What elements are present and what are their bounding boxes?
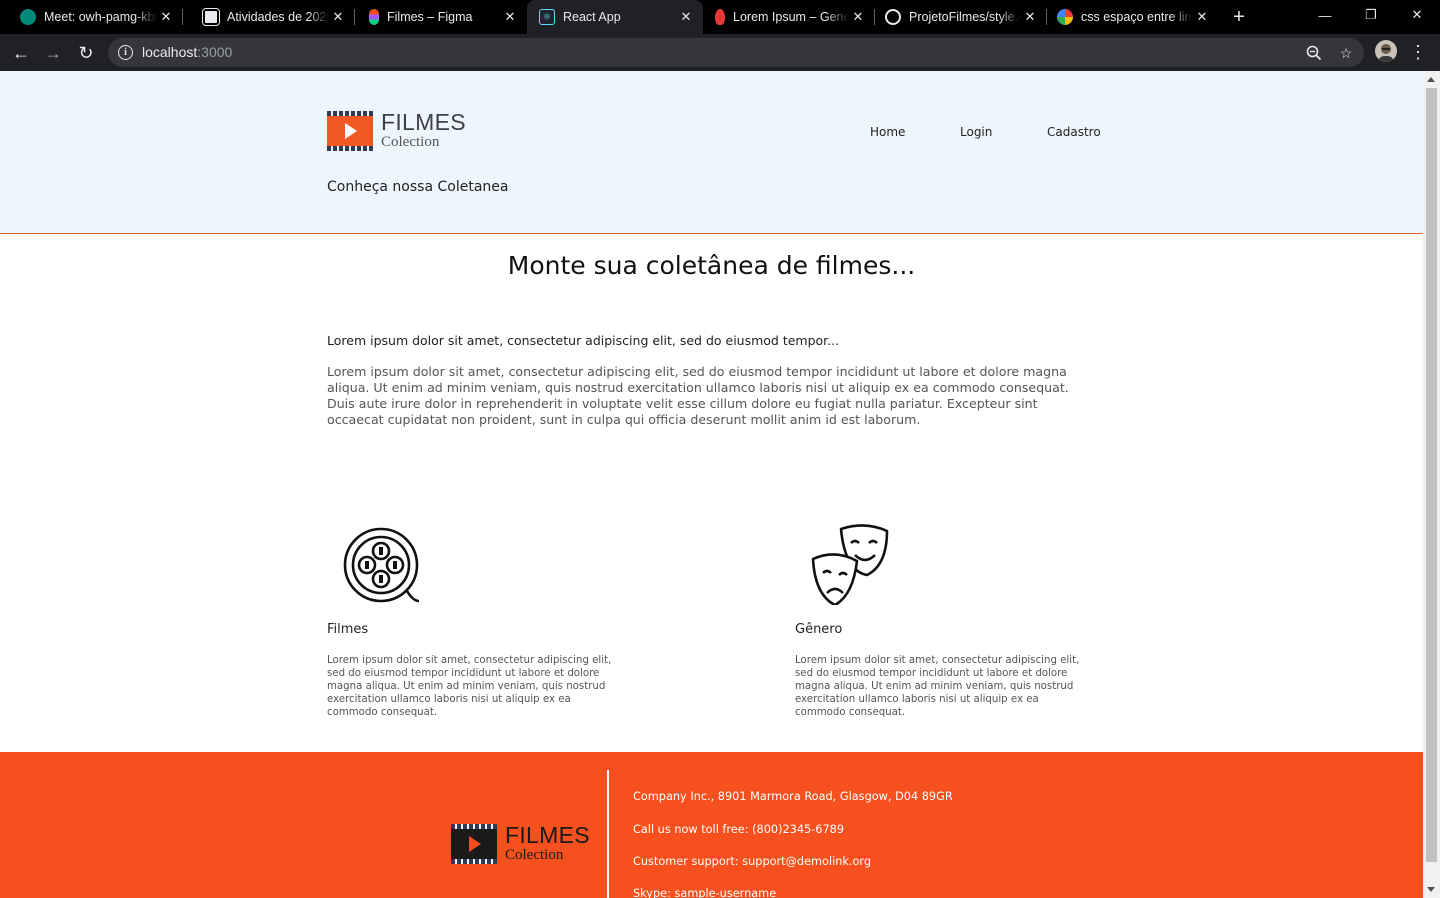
feature-genero: Gênero Lorem ipsum dolor sit amet, conse… xyxy=(795,521,1095,718)
film-logo-icon xyxy=(327,111,373,151)
browser-menu-button[interactable]: ⋮ xyxy=(1409,40,1427,64)
lorem-icon xyxy=(715,9,725,25)
close-window-button[interactable]: ✕ xyxy=(1394,0,1440,30)
minimize-button[interactable]: — xyxy=(1302,0,1348,30)
feature-title: Filmes xyxy=(327,622,369,637)
tab-meet[interactable]: Meet: owh-pamg-kbb ✕ xyxy=(0,0,183,34)
feature-text: Lorem ipsum dolor sit amet, consectetur … xyxy=(795,655,1080,718)
site-header: FILMES Colection Home Login Cadastro Con… xyxy=(0,71,1423,234)
forward-button[interactable]: → xyxy=(40,40,66,66)
tab-title: React App xyxy=(563,10,621,24)
bookmark-star-icon[interactable]: ☆ xyxy=(1336,43,1356,63)
footer-skype[interactable]: Skype: sample-username xyxy=(633,887,776,898)
play-icon xyxy=(469,836,481,852)
figma-icon xyxy=(369,9,379,25)
restore-button[interactable]: ❐ xyxy=(1348,0,1394,30)
footer-divider xyxy=(607,770,609,898)
tab-title: Meet: owh-pamg-kbb xyxy=(44,10,157,24)
classroom-icon xyxy=(202,8,220,26)
close-icon[interactable]: ✕ xyxy=(501,8,519,26)
page-viewport: FILMES Colection Home Login Cadastro Con… xyxy=(0,71,1423,898)
address-bar[interactable]: i localhost:3000 ☆ xyxy=(108,38,1364,67)
footer-support[interactable]: Customer support: support@demolink.org xyxy=(633,855,871,868)
nav-home[interactable]: Home xyxy=(870,125,905,139)
google-icon xyxy=(1057,9,1073,25)
tab-title: css espaço entre linhas xyxy=(1081,10,1193,24)
tab-strip: Meet: owh-pamg-kbb ✕ Atividades de 2020 … xyxy=(0,0,1440,34)
footer-logo[interactable]: FILMES Colection xyxy=(451,824,590,864)
tab-classroom[interactable]: Atividades de 2020 - Google Classroom ✕ xyxy=(183,0,355,34)
header-tagline: Conheça nossa Coletanea xyxy=(327,179,509,195)
tab-figma[interactable]: Filmes – Figma ✕ xyxy=(355,0,527,34)
close-icon[interactable]: ✕ xyxy=(329,8,347,26)
feature-text: Lorem ipsum dolor sit amet, consectetur … xyxy=(327,655,612,718)
close-icon[interactable]: ✕ xyxy=(1193,8,1211,26)
close-icon[interactable]: ✕ xyxy=(1021,8,1039,26)
tab-title: Lorem Ipsum – Generator xyxy=(733,10,849,24)
reload-button[interactable]: ↻ xyxy=(73,40,99,66)
url-text[interactable]: localhost:3000 xyxy=(142,44,232,60)
tab-title: Filmes – Figma xyxy=(387,10,473,24)
url-host: localhost xyxy=(142,44,198,60)
theater-masks-icon xyxy=(795,521,889,607)
footer-address: Company Inc., 8901 Marmora Road, Glasgow… xyxy=(633,790,953,803)
new-tab-button[interactable]: + xyxy=(1228,6,1250,28)
footer-logo-subtitle: Colection xyxy=(505,847,564,863)
tab-lorem[interactable]: Lorem Ipsum – Generator ✕ xyxy=(703,0,875,34)
tab-title: Atividades de 2020 - Google Classroom xyxy=(227,10,329,24)
browser-toolbar: ← → ↻ i localhost:3000 ☆ ⋮ xyxy=(0,34,1440,71)
tab-google-search[interactable]: css espaço entre linhas ✕ xyxy=(1047,0,1219,34)
github-icon xyxy=(885,9,901,25)
profile-avatar[interactable] xyxy=(1375,40,1397,62)
meet-icon xyxy=(20,9,36,25)
react-icon: ⚛ xyxy=(539,9,555,25)
page-scrollbar[interactable] xyxy=(1423,71,1440,898)
logo-subtitle: Colection xyxy=(381,134,440,150)
site-logo[interactable]: FILMES Colection xyxy=(327,111,466,151)
site-info-icon[interactable]: i xyxy=(118,45,133,60)
scroll-thumb[interactable] xyxy=(1426,88,1437,862)
nav-login[interactable]: Login xyxy=(960,125,992,139)
film-reel-icon xyxy=(327,521,420,603)
intro-paragraph: Lorem ipsum dolor sit amet, consectetur … xyxy=(327,364,1069,427)
tab-react-app[interactable]: ⚛ React App ✕ xyxy=(527,0,703,34)
tab-title: ProjetoFilmes/style.css xyxy=(909,10,1021,24)
page-title: Monte sua coletânea de filmes... xyxy=(507,251,916,280)
play-icon xyxy=(345,123,357,139)
nav-cadastro[interactable]: Cadastro xyxy=(1047,125,1101,139)
close-icon[interactable]: ✕ xyxy=(677,8,695,26)
feature-filmes: Filmes Lorem ipsum dolor sit amet, conse… xyxy=(327,521,627,718)
close-icon[interactable]: ✕ xyxy=(157,8,175,26)
close-icon[interactable]: ✕ xyxy=(849,8,867,26)
footer-phone[interactable]: Call us now toll free: (800)2345-6789 xyxy=(633,823,844,836)
logo-title: FILMES xyxy=(381,109,466,135)
site-footer: FILMES Colection Company Inc., 8901 Marm… xyxy=(0,752,1423,898)
scroll-up-arrow[interactable] xyxy=(1427,77,1435,82)
feature-title: Gênero xyxy=(795,622,843,637)
back-button[interactable]: ← xyxy=(8,40,34,66)
tab-github[interactable]: ProjetoFilmes/style.css ✕ xyxy=(875,0,1047,34)
film-logo-icon xyxy=(451,824,497,864)
lead-text: Lorem ipsum dolor sit amet, consectetur … xyxy=(327,333,840,348)
scroll-down-arrow[interactable] xyxy=(1427,887,1435,892)
url-port: :3000 xyxy=(197,44,233,60)
footer-logo-title: FILMES xyxy=(505,822,590,848)
zoom-icon[interactable] xyxy=(1304,43,1324,63)
